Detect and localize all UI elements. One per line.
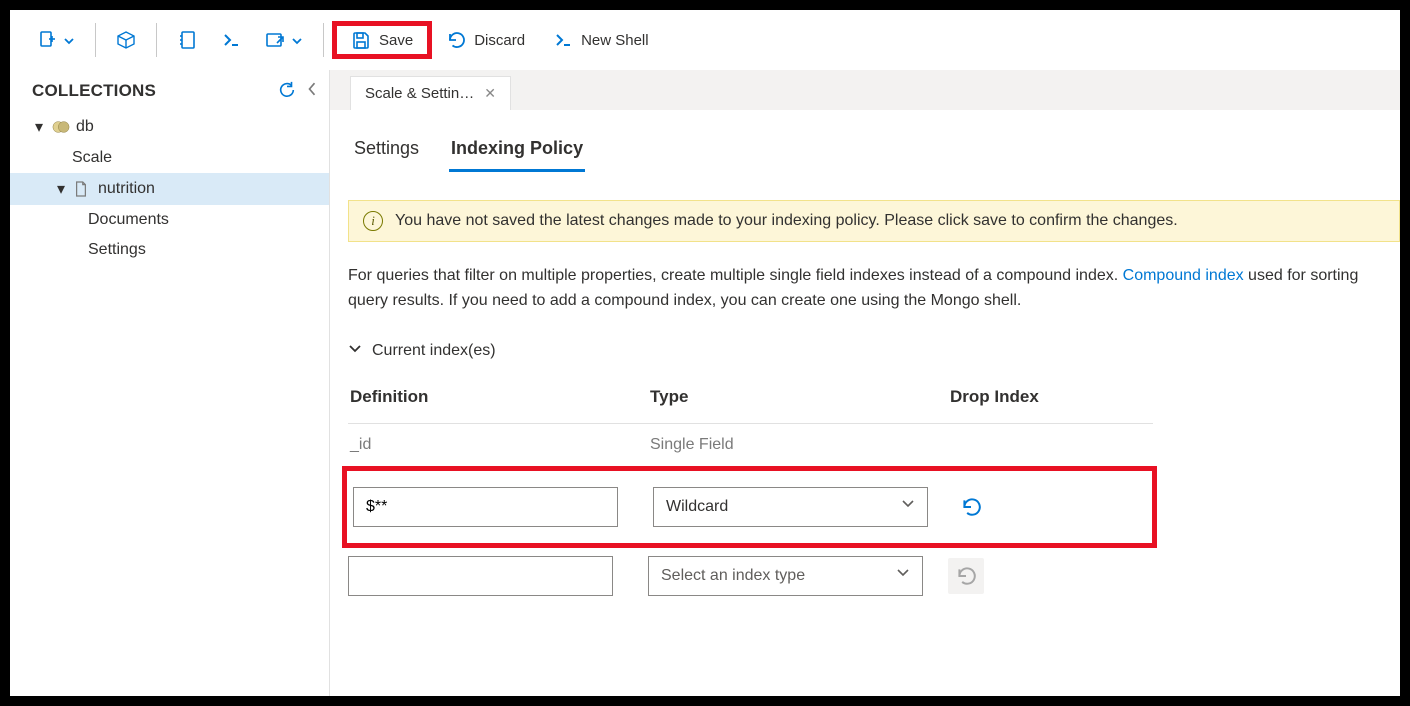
type-select-placeholder: Select an index type <box>661 567 805 585</box>
subtab-indexing-policy[interactable]: Indexing Policy <box>449 132 585 172</box>
type-select[interactable]: Wildcard <box>653 487 928 527</box>
index-table-header: Definition Type Drop Index <box>348 381 1153 424</box>
indexing-description: For queries that filter on multiple prop… <box>348 264 1400 314</box>
desc-part1: For queries that filter on multiple prop… <box>348 267 1123 284</box>
discard-button[interactable]: Discard <box>432 22 539 58</box>
type-select-value: Wildcard <box>666 498 728 516</box>
shell-button[interactable] <box>209 22 253 58</box>
chevron-down-icon <box>896 566 910 585</box>
index-row-new: Select an index type <box>348 548 1153 604</box>
body: COLLECTIONS ▾ db <box>10 70 1400 696</box>
tree-label: db <box>76 118 94 136</box>
tree-node-scale[interactable]: Scale <box>10 143 329 173</box>
subtabs: Settings Indexing Policy <box>348 132 1400 172</box>
alert-text: You have not saved the latest changes ma… <box>395 212 1178 230</box>
prompt-icon <box>221 30 241 50</box>
tree-label: Scale <box>72 149 112 167</box>
index-table: Definition Type Drop Index _id Single Fi… <box>348 381 1153 604</box>
open-dropdown[interactable] <box>253 22 315 58</box>
tab-scale-settings[interactable]: Scale & Settin… ✕ <box>350 76 511 110</box>
type-select-new[interactable]: Select an index type <box>648 556 923 596</box>
definition-input-new[interactable] <box>348 556 613 596</box>
cell-definition: _id <box>350 436 650 454</box>
tabstrip: Scale & Settin… ✕ <box>330 70 1400 110</box>
sidebar-title: COLLECTIONS <box>32 81 156 101</box>
highlighted-wildcard-row: Wildcard <box>342 466 1157 548</box>
refresh-icon[interactable] <box>277 80 297 100</box>
open-panel-icon <box>265 30 285 50</box>
prompt-icon <box>553 30 573 50</box>
settings-panel: Settings Indexing Policy i You have not … <box>330 110 1400 696</box>
tree-label: Settings <box>88 241 146 259</box>
cell-type: Single Field <box>650 436 950 454</box>
caret-down-icon: ▾ <box>54 179 68 199</box>
save-button[interactable]: Save <box>332 21 432 59</box>
subtab-settings[interactable]: Settings <box>352 132 421 172</box>
separator <box>95 23 96 57</box>
collections-tree: ▾ db Scale ▾ nutrition Doc <box>10 107 329 269</box>
definition-input[interactable] <box>353 487 618 527</box>
cube-button[interactable] <box>104 22 148 58</box>
tree-label: nutrition <box>98 180 155 198</box>
discard-label: Discard <box>474 32 525 49</box>
new-shell-label: New Shell <box>581 32 649 49</box>
cube-icon <box>116 30 136 50</box>
col-drop: Drop Index <box>950 387 1155 407</box>
col-definition: Definition <box>350 387 650 407</box>
drop-index-button[interactable] <box>953 489 989 525</box>
section-title: Current index(es) <box>372 342 496 360</box>
separator <box>323 23 324 57</box>
compound-index-link[interactable]: Compound index <box>1123 267 1244 284</box>
app-frame: Save Discard New Shell COLLECTIONS <box>10 10 1400 696</box>
current-indexes-header[interactable]: Current index(es) <box>348 342 1400 361</box>
info-icon: i <box>363 211 383 231</box>
index-row-wildcard: Wildcard <box>353 479 1152 535</box>
chevron-down-icon <box>63 34 75 46</box>
col-type: Type <box>650 387 950 407</box>
tree-node-nutrition[interactable]: ▾ nutrition <box>10 173 329 205</box>
tab-label: Scale & Settin… <box>365 85 474 102</box>
document-icon <box>74 180 92 198</box>
close-icon[interactable]: ✕ <box>484 85 496 102</box>
save-label: Save <box>379 32 413 49</box>
notebook-button[interactable] <box>165 22 209 58</box>
save-icon <box>351 30 371 50</box>
sidebar: COLLECTIONS ▾ db <box>10 70 330 696</box>
tree-label: Documents <box>88 211 169 229</box>
index-row-id: _id Single Field <box>348 424 1153 466</box>
toolbar: Save Discard New Shell <box>10 10 1400 70</box>
unsaved-changes-alert: i You have not saved the latest changes … <box>348 200 1400 242</box>
new-shell-button[interactable]: New Shell <box>539 22 663 58</box>
collapse-sidebar-icon[interactable] <box>307 80 317 101</box>
chevron-down-icon <box>901 497 915 516</box>
notebook-icon <box>177 30 197 50</box>
new-collection-dropdown[interactable] <box>25 22 87 58</box>
separator <box>156 23 157 57</box>
drop-index-button-disabled <box>948 558 984 594</box>
add-doc-icon <box>37 30 57 50</box>
undo-icon <box>446 30 466 50</box>
chevron-down-icon <box>291 34 303 46</box>
chevron-down-icon <box>348 342 362 361</box>
sidebar-header: COLLECTIONS <box>10 70 329 107</box>
tree-node-db[interactable]: ▾ db <box>10 111 329 143</box>
tree-node-documents[interactable]: Documents <box>10 205 329 235</box>
main: Scale & Settin… ✕ Settings Indexing Poli… <box>330 70 1400 696</box>
tree-node-settings[interactable]: Settings <box>10 235 329 265</box>
caret-down-icon: ▾ <box>32 117 46 137</box>
database-icon <box>52 118 70 136</box>
